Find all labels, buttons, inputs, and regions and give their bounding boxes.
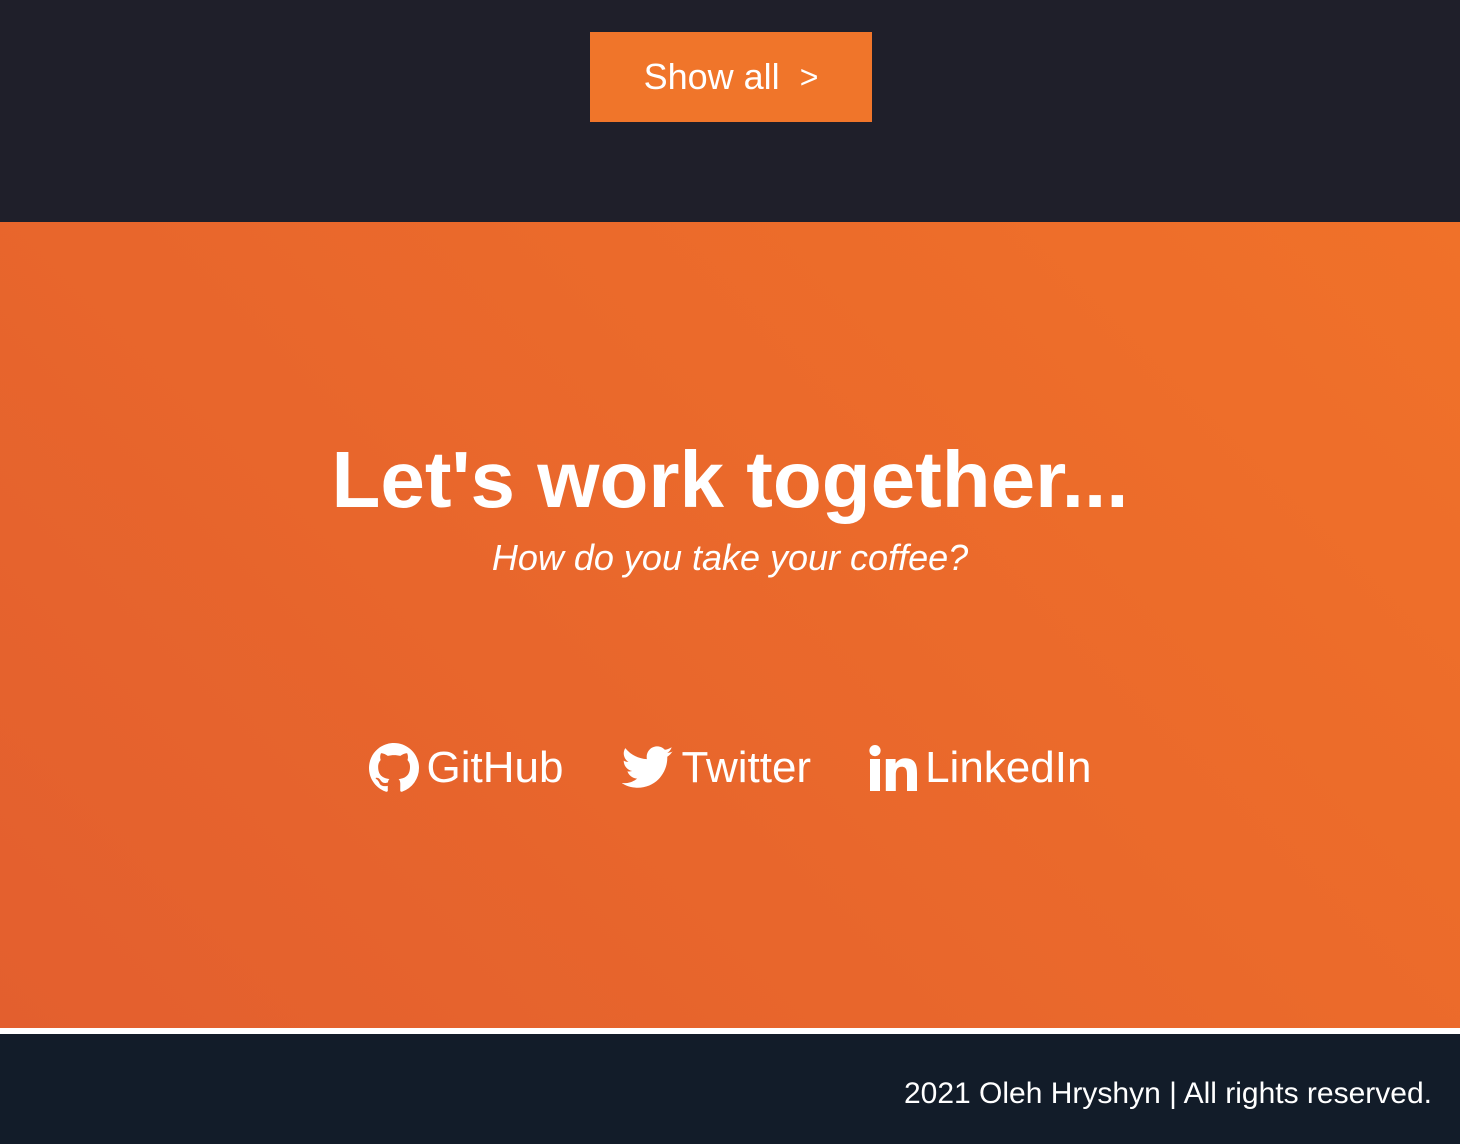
linkedin-icon	[869, 745, 918, 791]
twitter-label: Twitter	[681, 743, 812, 792]
contact-subheading: How do you take your coffee?	[491, 537, 969, 578]
github-label: GitHub	[426, 743, 564, 792]
github-link[interactable]: GitHub	[368, 743, 564, 793]
footer: 2021 Oleh Hryshyn | All rights reserved.	[0, 1034, 1460, 1144]
linkedin-link[interactable]: LinkedIn	[869, 743, 1091, 793]
show-all-label: Show all	[643, 56, 780, 97]
social-links: GitHub Twitter LinkedIn	[0, 738, 1460, 798]
copyright-text: 2021 Oleh Hryshyn | All rights reserved.	[903, 1077, 1432, 1110]
twitter-icon	[621, 746, 674, 790]
contact-heading: Let's work together...	[331, 435, 1129, 524]
show-all-button[interactable]: Show all >	[590, 32, 872, 122]
contact-section: Let's work together... How do you take y…	[0, 222, 1460, 1028]
linkedin-label: LinkedIn	[925, 743, 1092, 792]
twitter-link[interactable]: Twitter	[621, 743, 812, 793]
chevron-right-icon: >	[799, 58, 819, 95]
top-section: Show all >	[0, 0, 1460, 222]
github-icon	[368, 743, 419, 793]
